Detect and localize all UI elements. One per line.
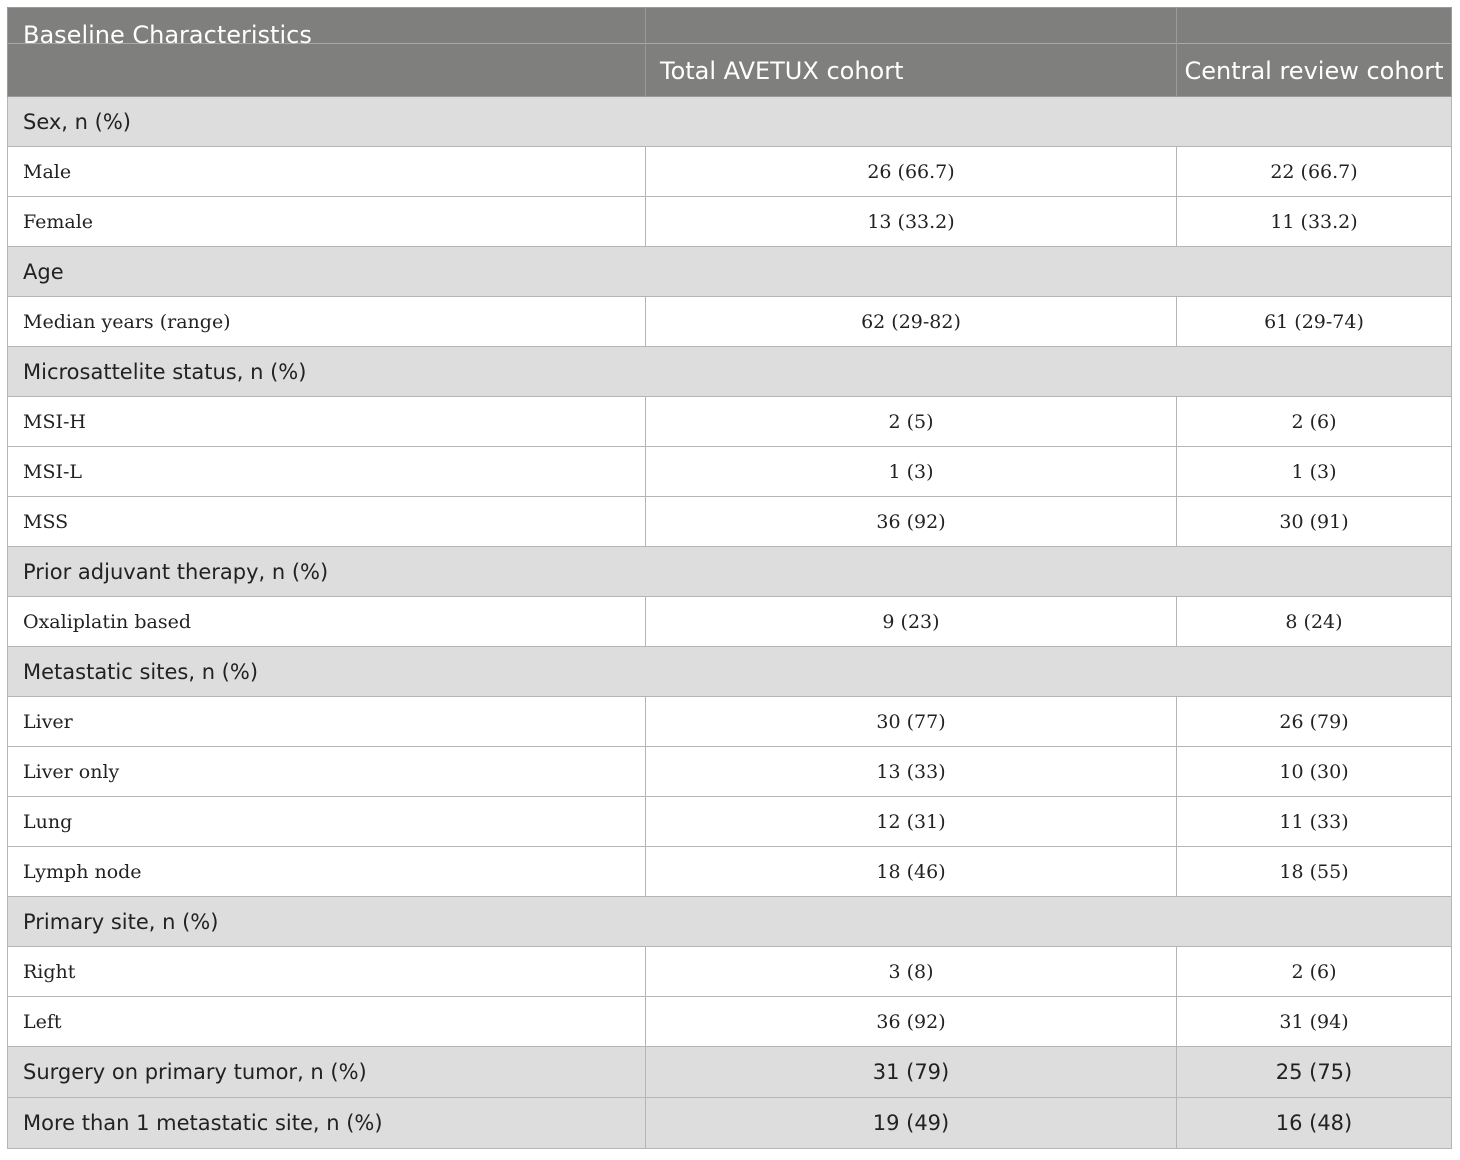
row-label: Left <box>7 996 646 1047</box>
section-row-msi: Microsattelite status, n (%) <box>7 346 1452 397</box>
table-row: Liver 30 (77) 26 (79) <box>7 696 1452 747</box>
total-cohort-value: 1 (3) <box>645 446 1177 497</box>
total-cohort-value: 26 (66.7) <box>645 146 1177 197</box>
header-total-cohort: Total AVETUX cohort <box>645 7 1177 97</box>
total-cohort-value: 13 (33) <box>645 746 1177 797</box>
total-cohort-value: 9 (23) <box>645 596 1177 647</box>
row-label: MSS <box>7 496 646 547</box>
total-cohort-value: 13 (33.2) <box>645 196 1177 247</box>
table-row: Liver only 13 (33) 10 (30) <box>7 746 1452 797</box>
section-row-metastatic: Metastatic sites, n (%) <box>7 646 1452 697</box>
section-title: Age <box>7 246 1452 297</box>
header-label: Total AVETUX cohort <box>660 57 904 85</box>
central-cohort-value: 11 (33) <box>1176 796 1452 847</box>
header-central-review-cohort: Central review cohort <box>1176 7 1452 97</box>
row-label: Median years (range) <box>7 296 646 347</box>
table-row: MSI-H 2 (5) 2 (6) <box>7 396 1452 447</box>
section-title: Prior adjuvant therapy, n (%) <box>7 546 1452 597</box>
table-row: MSI-L 1 (3) 1 (3) <box>7 446 1452 497</box>
summary-row-multi-metastatic: More than 1 metastatic site, n (%) 19 (4… <box>7 1097 1452 1149</box>
total-cohort-value: 62 (29-82) <box>645 296 1177 347</box>
total-cohort-value: 30 (77) <box>645 696 1177 747</box>
table-row: Oxaliplatin based 9 (23) 8 (24) <box>7 596 1452 647</box>
table-row: Left 36 (92) 31 (94) <box>7 996 1452 1047</box>
central-cohort-value: 8 (24) <box>1176 596 1452 647</box>
row-label: Right <box>7 946 646 997</box>
row-label: Surgery on primary tumor, n (%) <box>7 1046 646 1098</box>
row-label: Lung <box>7 796 646 847</box>
central-cohort-value: 10 (30) <box>1176 746 1452 797</box>
section-row-sex: Sex, n (%) <box>7 96 1452 147</box>
total-cohort-value: 18 (46) <box>645 846 1177 897</box>
section-row-primary-site: Primary site, n (%) <box>7 896 1452 947</box>
row-label: More than 1 metastatic site, n (%) <box>7 1097 646 1149</box>
header-baseline-characteristics: Baseline Characteristics <box>7 7 646 97</box>
section-title: Metastatic sites, n (%) <box>7 646 1452 697</box>
header-divider <box>1177 43 1451 44</box>
table-row: Lymph node 18 (46) 18 (55) <box>7 846 1452 897</box>
section-row-adjuvant: Prior adjuvant therapy, n (%) <box>7 546 1452 597</box>
central-cohort-value: 31 (94) <box>1176 996 1452 1047</box>
total-cohort-value: 12 (31) <box>645 796 1177 847</box>
table-row: Female 13 (33.2) 11 (33.2) <box>7 196 1452 247</box>
row-label: Liver only <box>7 746 646 797</box>
total-cohort-value: 19 (49) <box>645 1097 1177 1149</box>
central-cohort-value: 1 (3) <box>1176 446 1452 497</box>
table-row: Male 26 (66.7) 22 (66.7) <box>7 146 1452 197</box>
central-cohort-value: 22 (66.7) <box>1176 146 1452 197</box>
total-cohort-value: 3 (8) <box>645 946 1177 997</box>
row-label: MSI-L <box>7 446 646 497</box>
row-label: Male <box>7 146 646 197</box>
central-cohort-value: 2 (6) <box>1176 946 1452 997</box>
summary-row-surgery: Surgery on primary tumor, n (%) 31 (79) … <box>7 1046 1452 1098</box>
section-row-age: Age <box>7 246 1452 297</box>
header-divider <box>646 43 1176 44</box>
total-cohort-value: 36 (92) <box>645 496 1177 547</box>
section-title: Primary site, n (%) <box>7 896 1452 947</box>
baseline-characteristics-table: Baseline Characteristics Total AVETUX co… <box>7 7 1452 1149</box>
central-cohort-value: 2 (6) <box>1176 396 1452 447</box>
central-cohort-value: 25 (75) <box>1176 1046 1452 1098</box>
central-cohort-value: 11 (33.2) <box>1176 196 1452 247</box>
table-row: Right 3 (8) 2 (6) <box>7 946 1452 997</box>
row-label: Oxaliplatin based <box>7 596 646 647</box>
total-cohort-value: 36 (92) <box>645 996 1177 1047</box>
row-label: Lymph node <box>7 846 646 897</box>
section-title: Microsattelite status, n (%) <box>7 346 1452 397</box>
row-label: Female <box>7 196 646 247</box>
central-cohort-value: 18 (55) <box>1176 846 1452 897</box>
central-cohort-value: 26 (79) <box>1176 696 1452 747</box>
central-cohort-value: 30 (91) <box>1176 496 1452 547</box>
total-cohort-value: 2 (5) <box>645 396 1177 447</box>
table-header-row: Baseline Characteristics Total AVETUX co… <box>7 7 1452 97</box>
table-row: Median years (range) 62 (29-82) 61 (29-7… <box>7 296 1452 347</box>
table-row: Lung 12 (31) 11 (33) <box>7 796 1452 847</box>
total-cohort-value: 31 (79) <box>645 1046 1177 1098</box>
row-label: MSI-H <box>7 396 646 447</box>
central-cohort-value: 61 (29-74) <box>1176 296 1452 347</box>
central-cohort-value: 16 (48) <box>1176 1097 1452 1149</box>
header-label: Baseline Characteristics <box>23 21 312 49</box>
row-label: Liver <box>7 696 646 747</box>
header-label: Central review cohort <box>1184 57 1444 85</box>
section-title: Sex, n (%) <box>7 96 1452 147</box>
table-row: MSS 36 (92) 30 (91) <box>7 496 1452 547</box>
